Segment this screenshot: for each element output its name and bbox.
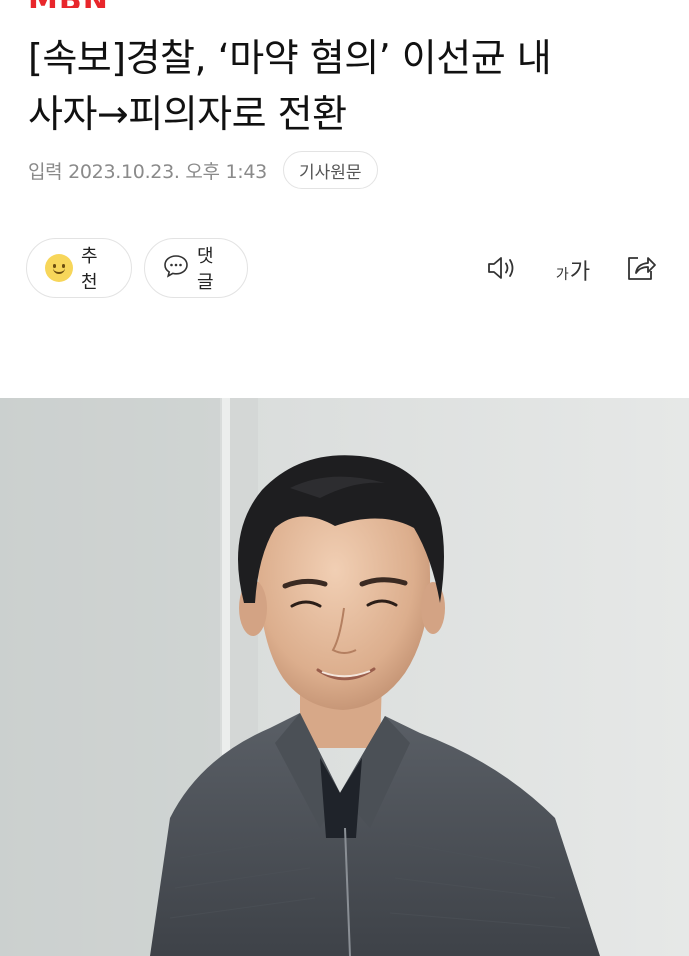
brand-logo[interactable]: MBN — [28, 0, 109, 8]
article-headline: [속보]경찰, ‘마약 혐의’ 이선균 내 사자→피의자로 전환 — [28, 30, 668, 142]
font-size-large-glyph: 가 — [569, 260, 591, 285]
font-size-button[interactable]: 가가 — [553, 250, 593, 290]
share-button[interactable] — [621, 250, 661, 290]
article-photo — [0, 398, 689, 956]
smiley-icon — [45, 254, 73, 282]
article-meta: 입력 2023.10.23. 오후 1:43 기사원문 — [28, 151, 378, 189]
speech-bubble-icon — [163, 254, 189, 283]
speaker-icon — [486, 254, 520, 286]
comment-button[interactable]: 댓글 — [144, 238, 248, 298]
headline-line-2: 사자→피의자로 전환 — [28, 92, 347, 136]
original-article-button[interactable]: 기사원문 — [282, 151, 378, 189]
comment-label: 댓글 — [197, 246, 214, 293]
font-size-icon: 가가 — [556, 254, 590, 286]
share-icon — [624, 253, 658, 287]
article-tools: 가가 — [483, 250, 661, 290]
reaction-actions: 추천 댓글 — [26, 238, 248, 298]
article-page: MBN [속보]경찰, ‘마약 혐의’ 이선균 내 사자→피의자로 전환 입력 … — [0, 0, 689, 956]
recommend-button[interactable]: 추천 — [26, 238, 132, 298]
font-size-small-glyph: 가 — [555, 267, 569, 283]
recommend-label: 추천 — [81, 246, 98, 293]
speaker-button[interactable] — [483, 250, 523, 290]
publish-date: 입력 2023.10.23. 오후 1:43 — [28, 160, 267, 183]
headline-line-1: [속보]경찰, ‘마약 혐의’ 이선균 내 — [28, 36, 552, 80]
brand-logo-text: MBN — [28, 0, 109, 8]
